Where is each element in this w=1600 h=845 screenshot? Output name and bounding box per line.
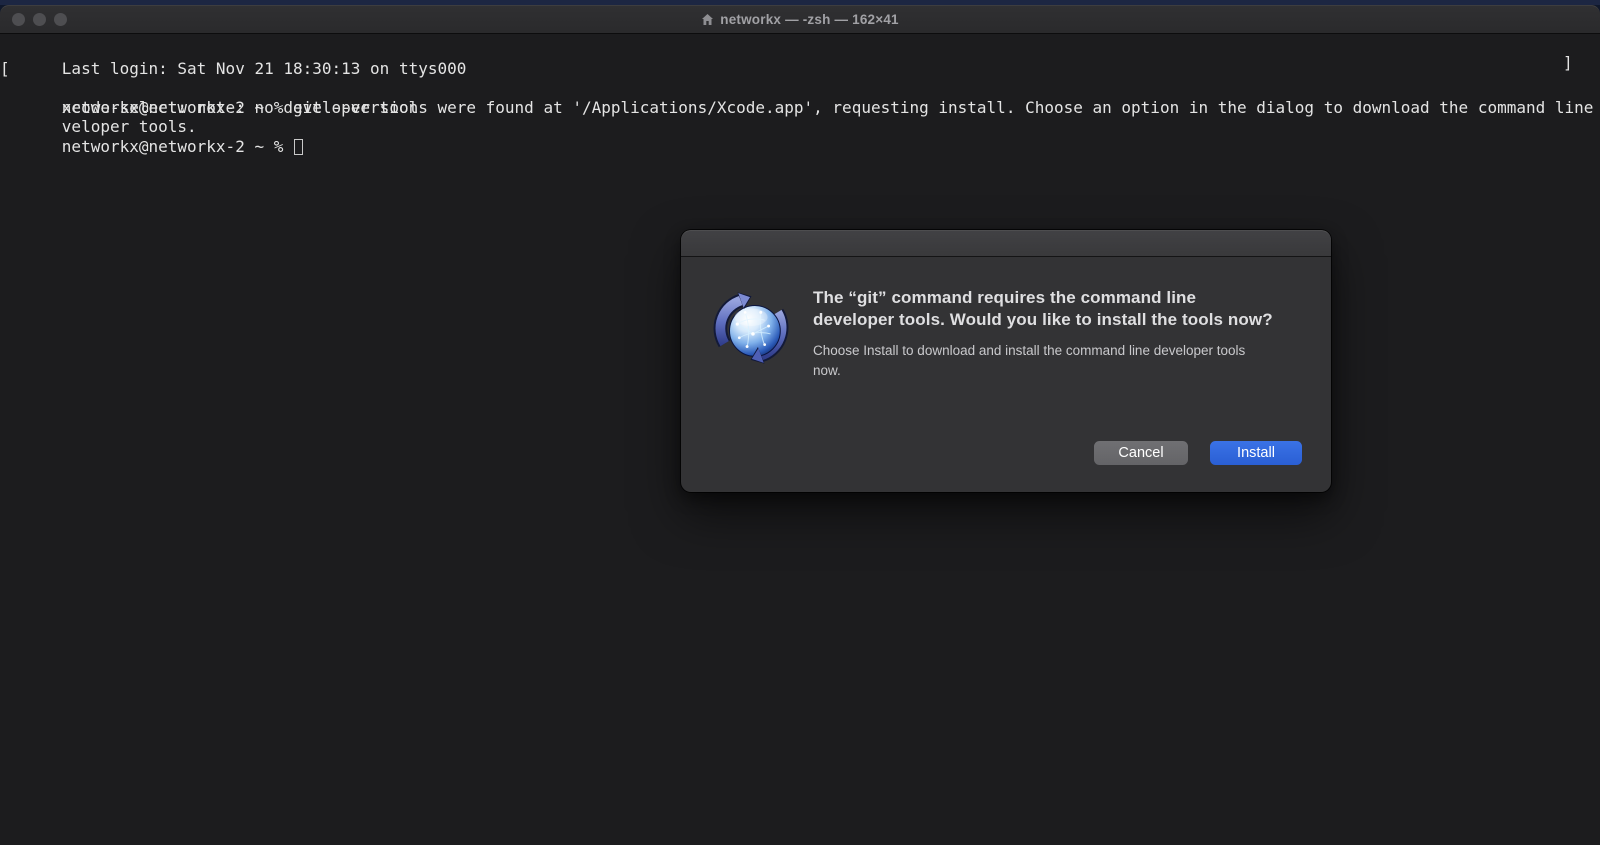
terminal-line: Last login: Sat Nov 21 18:30:13 on ttys0… [4,39,1600,59]
prompt-mark-close: ] [1563,53,1573,73]
terminal-line: [ networkx@networkx-2 ~ % git --version … [4,59,1600,79]
dialog-titlebar[interactable] [681,230,1331,257]
home-folder-icon [701,13,714,26]
terminal-line: xcode-select: note: no developer tools w… [4,78,1600,98]
zoom-button[interactable] [54,13,67,26]
terminal-line: veloper tools. [4,98,1600,118]
dialog-title: The “git” command requires the command l… [813,287,1275,330]
window-title-group: networkx — -zsh — 162×41 [701,12,899,27]
dialog-buttons: Cancel Install [1094,441,1302,465]
dialog-texts: The “git” command requires the command l… [813,287,1275,380]
terminal-cursor [294,139,303,155]
traffic-lights [12,6,67,33]
software-update-icon [710,287,792,369]
terminal-prompt-line: networkx@networkx-2 ~ % [4,117,1600,137]
install-developer-tools-dialog: The “git” command requires the command l… [681,230,1331,492]
window-title: networkx — -zsh — 162×41 [720,12,899,27]
minimize-button[interactable] [33,13,46,26]
dialog-message: Choose Install to download and install t… [813,341,1255,380]
prompt-mark-open: [ [0,59,10,79]
install-button[interactable]: Install [1210,441,1302,465]
terminal-content[interactable]: Last login: Sat Nov 21 18:30:13 on ttys0… [0,34,1600,137]
dialog-body: The “git” command requires the command l… [681,257,1331,380]
close-button[interactable] [12,13,25,26]
terminal-titlebar[interactable]: networkx — -zsh — 162×41 [0,5,1600,34]
cancel-button[interactable]: Cancel [1094,441,1188,465]
